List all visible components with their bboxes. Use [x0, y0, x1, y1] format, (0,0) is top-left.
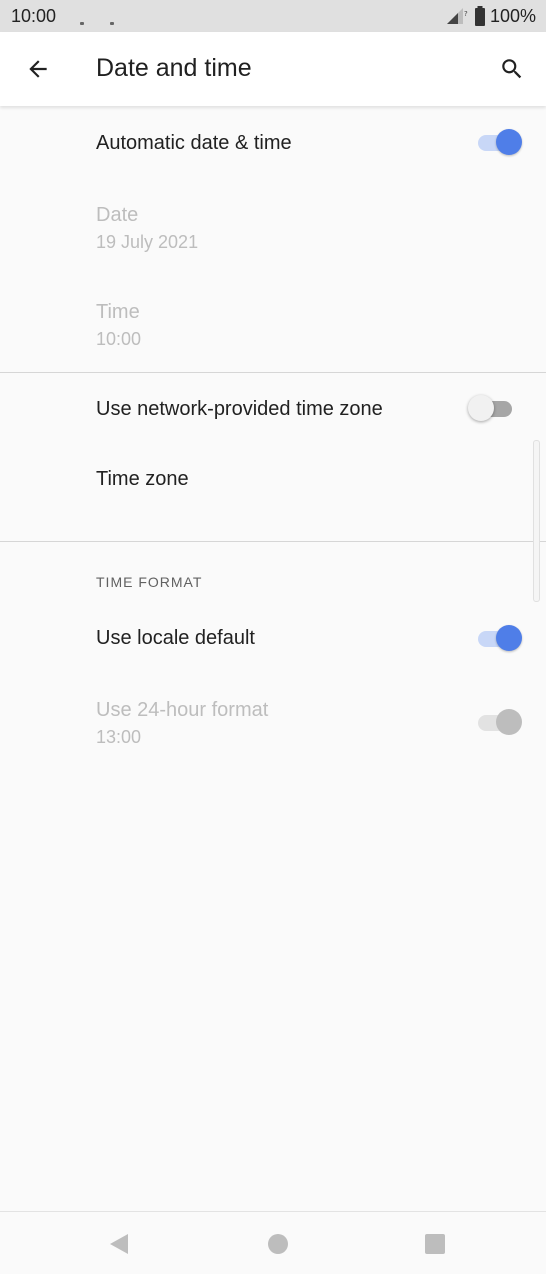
circle-home-icon	[268, 1234, 288, 1254]
status-time: 10:00	[11, 6, 57, 26]
nav-home-button[interactable]	[256, 1222, 300, 1266]
time-zone-label: Time zone	[96, 468, 189, 490]
battery-icon	[474, 6, 486, 26]
app-bar: Date and time	[0, 32, 546, 106]
time-row[interactable]: Time 10:00	[0, 288, 546, 368]
date-value: 19 July 2021	[96, 232, 199, 252]
automatic-date-time-switch[interactable]	[478, 128, 522, 156]
time-format-section-header: TIME FORMAT	[96, 574, 203, 590]
triangle-back-icon	[110, 1234, 128, 1254]
navigation-bar	[0, 1211, 546, 1274]
automatic-date-time-label: Automatic date & time	[96, 132, 292, 154]
locale-default-switch[interactable]	[478, 624, 522, 652]
scrollbar[interactable]	[533, 440, 540, 602]
automatic-date-time-row[interactable]: Automatic date & time	[0, 106, 546, 180]
notification-icons	[80, 22, 120, 26]
search-button[interactable]	[490, 47, 534, 91]
signal-icon: ?	[446, 7, 468, 25]
nav-recents-button[interactable]	[413, 1222, 457, 1266]
svg-text:?: ?	[464, 10, 468, 18]
locale-default-row[interactable]: Use locale default	[0, 604, 546, 674]
24-hour-format-switch[interactable]	[478, 708, 522, 736]
locale-default-label: Use locale default	[96, 627, 255, 649]
24-hour-format-label: Use 24-hour format	[96, 699, 269, 721]
status-icons: ? 100%	[446, 6, 536, 26]
battery-percentage: 100%	[489, 5, 536, 26]
time-value: 10:00	[96, 329, 142, 349]
date-row[interactable]: Date 19 July 2021	[0, 190, 546, 270]
search-icon	[502, 59, 522, 79]
time-label: Time	[96, 301, 140, 323]
network-time-zone-row[interactable]: Use network-provided time zone	[0, 374, 546, 444]
time-zone-row[interactable]: Time zone	[0, 446, 546, 516]
page-title: Date and time	[96, 54, 252, 82]
24-hour-format-row[interactable]: Use 24-hour format 13:00	[0, 686, 546, 766]
square-recents-icon	[425, 1234, 445, 1254]
date-label: Date	[96, 204, 139, 226]
divider	[0, 541, 546, 542]
back-button[interactable]	[16, 47, 60, 91]
network-time-zone-switch[interactable]	[468, 394, 516, 422]
24-hour-format-example: 13:00	[96, 727, 142, 747]
network-time-zone-label: Use network-provided time zone	[96, 398, 383, 420]
status-bar: 10:00 ? 100%	[0, 0, 546, 32]
arrow-left-icon	[29, 60, 47, 78]
divider	[0, 372, 546, 373]
nav-back-button[interactable]	[97, 1222, 141, 1266]
